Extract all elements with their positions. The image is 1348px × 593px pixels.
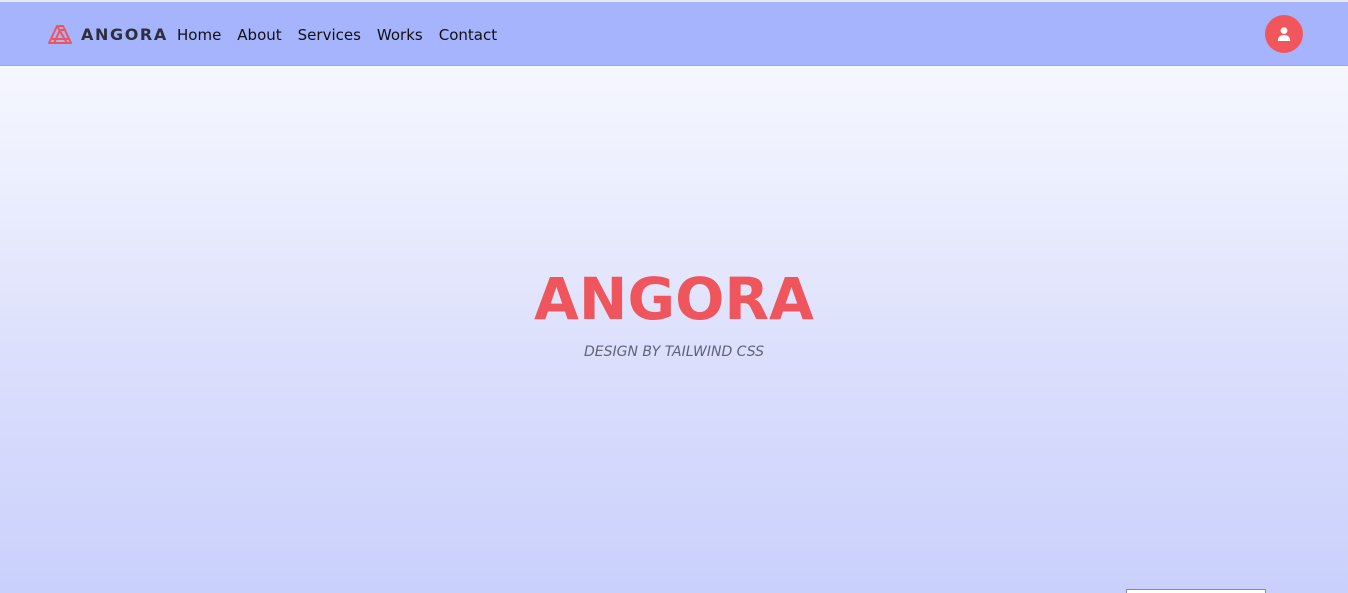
brand-link[interactable]: ANGORA	[46, 21, 168, 47]
hero-title: ANGORA	[534, 265, 814, 333]
navbar: ANGORA Home About Services Works Contact	[0, 2, 1348, 66]
hero-subtitle: DESIGN BY TAILWIND CSS	[584, 344, 764, 360]
layered-triangle-logo-icon	[48, 25, 72, 44]
nav-link-works[interactable]: Works	[377, 25, 423, 45]
hero-section: ANGORA DESIGN BY TAILWIND CSS	[0, 66, 1348, 593]
main-nav: Home About Services Works Contact	[177, 25, 513, 45]
user-account-button[interactable]	[1265, 15, 1303, 53]
nav-link-contact[interactable]: Contact	[439, 25, 497, 45]
user-icon	[1277, 27, 1291, 41]
nav-link-about[interactable]: About	[237, 25, 281, 45]
brand-name: ANGORA	[81, 24, 168, 44]
nav-link-services[interactable]: Services	[298, 25, 361, 45]
nav-link-home[interactable]: Home	[177, 25, 221, 45]
bottom-right-widget[interactable]	[1126, 589, 1266, 593]
